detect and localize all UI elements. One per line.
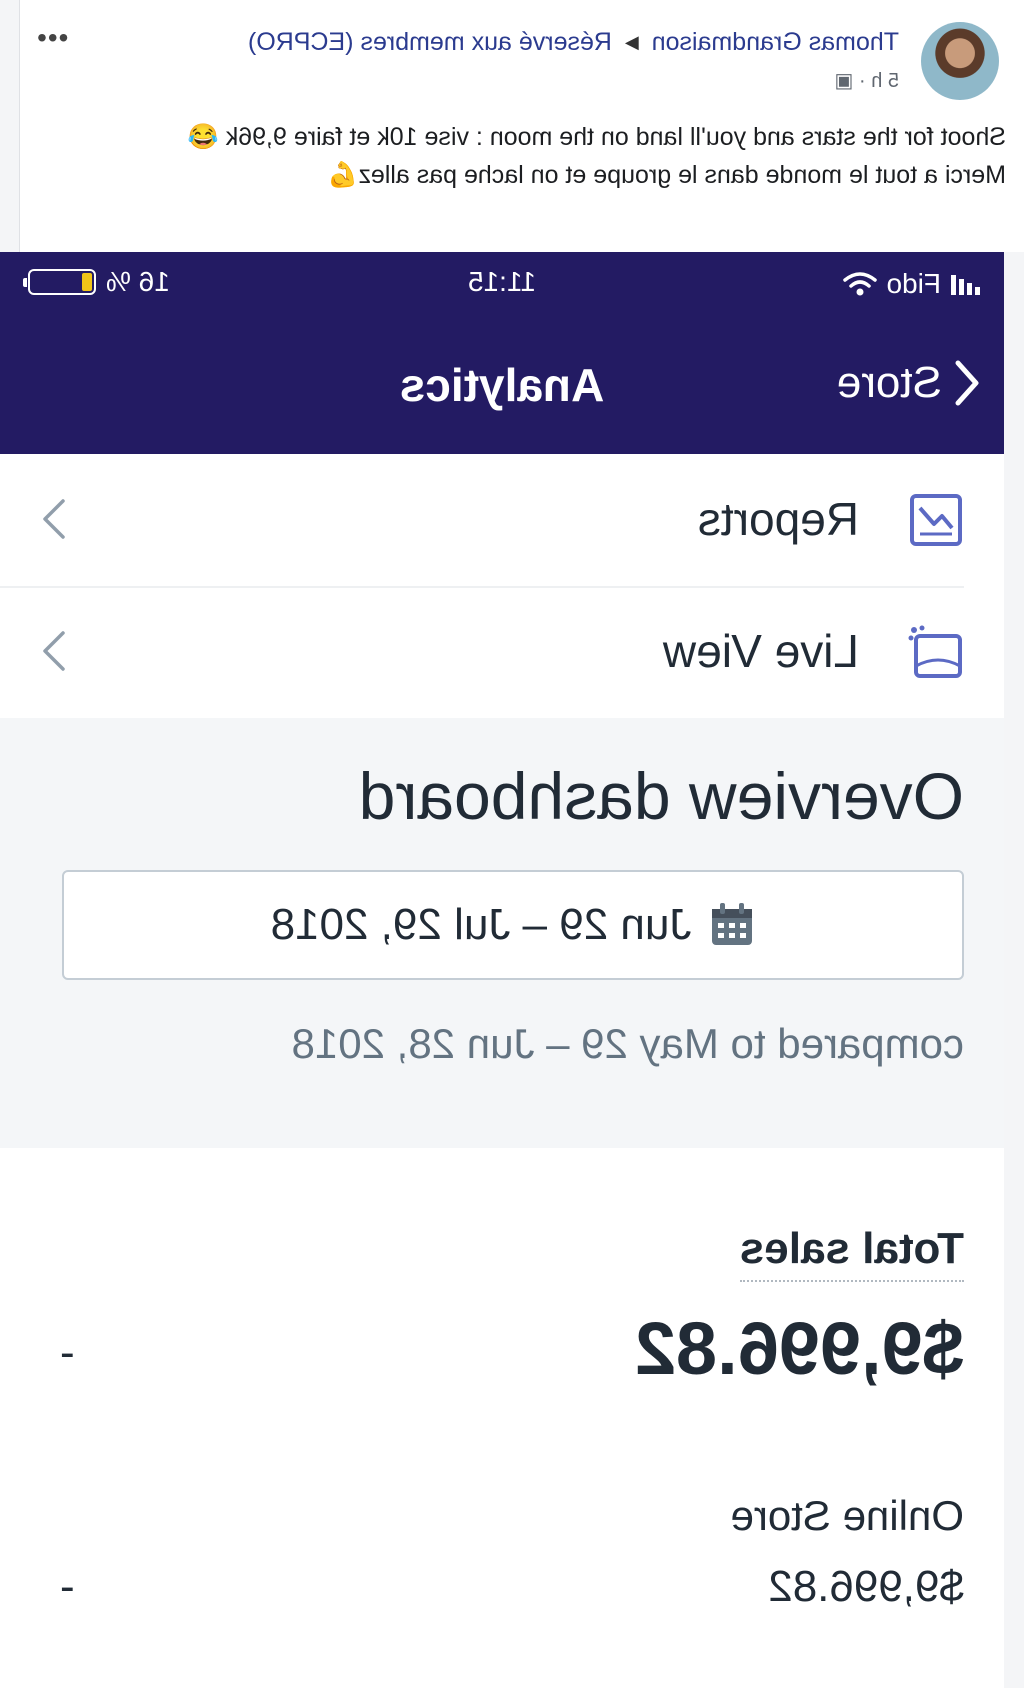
post-text-line: Merci a tout le monde dans le groupe et … [327, 161, 1006, 189]
channel-value: $9,996.82 [768, 1562, 964, 1611]
chevron-right-icon [43, 499, 65, 539]
date-range-button[interactable]: Jun 29 – Jul 29, 2018 [62, 870, 964, 980]
battery-percent: 16 % [106, 266, 170, 297]
total-sales-value: $9,996.82 [634, 1307, 964, 1390]
analytics-menu: Reports Live View [0, 454, 1004, 718]
comparison-range: compared to May 29 – Jun 28, 2018 [291, 1020, 964, 1067]
author-name-link[interactable]: Thomas Grandmaison [652, 28, 899, 56]
facebook-post-header: Thomas Grandmaison ▶ Réservé aux membres… [19, 0, 1024, 252]
calendar-icon [712, 903, 753, 945]
post-text-line: Shoot for the stars and you'll land on t… [187, 123, 1006, 151]
mirrored-screenshot: Thomas Grandmaison ▶ Réservé aux membres… [0, 0, 1024, 1688]
battery-status: 16 % [28, 266, 170, 298]
shopify-analytics-screen: Fido 11:15 16 % Store Analytics Reports … [0, 252, 1004, 1688]
reports-icon [910, 494, 962, 546]
menu-item-label: Reports [697, 493, 859, 545]
meta-separator: · [853, 70, 866, 92]
total-sales-label[interactable]: Total sales [739, 1224, 964, 1282]
chevron-right-icon [43, 631, 65, 671]
date-range-label: Jun 29 – Jul 29, 2018 [270, 900, 692, 949]
group-name-link[interactable]: Réservé aux membres (ECPRO) [248, 28, 612, 56]
status-bar: Fido 11:15 16 % [0, 252, 1004, 314]
post-text: Shoot for the stars and you'll land on t… [26, 118, 1006, 194]
total-sales-change: - [60, 1328, 75, 1377]
post-author-line: Thomas Grandmaison ▶ Réservé aux membres… [248, 28, 899, 57]
channel-change: - [60, 1562, 75, 1611]
navigation-bar: Store Analytics [0, 314, 1004, 454]
page-title: Analytics [399, 359, 605, 411]
channel-label: Online Store [730, 1492, 964, 1539]
menu-item-live-view[interactable]: Live View [0, 586, 1004, 718]
total-sales-card: Total sales $9,996.82 - Online Store $9,… [0, 1148, 1004, 1688]
battery-fill [82, 273, 92, 291]
menu-item-reports[interactable]: Reports [0, 454, 1004, 588]
menu-item-label: Live View [662, 625, 859, 677]
overview-section: Overview dashboard Jun 29 – Jul 29, 2018… [0, 718, 1004, 1148]
more-options-icon[interactable]: ••• [36, 22, 68, 54]
group-privacy-icon: ▣ [834, 70, 854, 92]
battery-icon [28, 269, 96, 295]
post-time[interactable]: 5 h [871, 70, 899, 92]
author-avatar[interactable] [921, 22, 999, 100]
group-arrow-icon: ▶ [624, 32, 639, 52]
overview-title: Overview dashboard [358, 759, 964, 833]
live-view-icon [908, 625, 962, 678]
post-meta: 5 h · ▣ [835, 68, 900, 93]
